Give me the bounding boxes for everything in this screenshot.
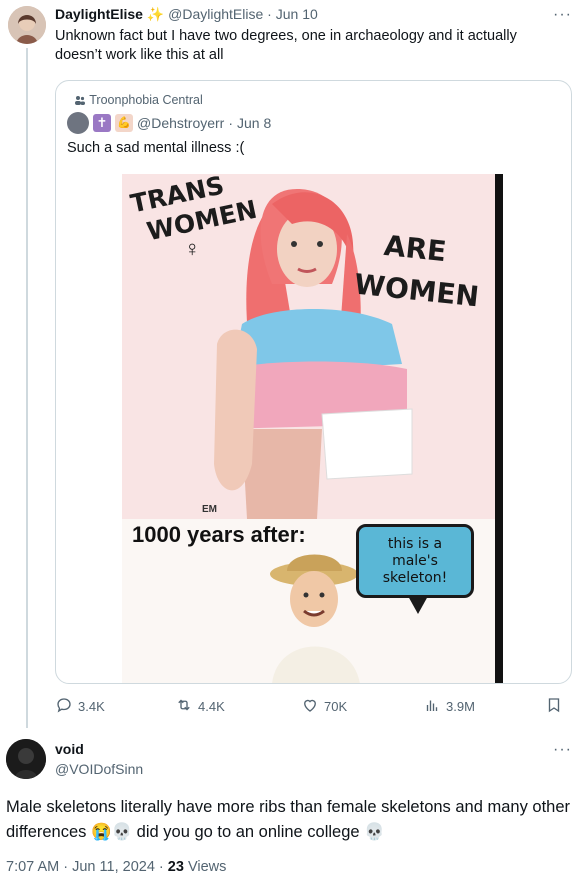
tweet2-display-name[interactable]: void <box>55 741 84 757</box>
venus-symbol-icon: ♀ <box>184 236 201 261</box>
tweet2-handle[interactable]: @VOIDofSinn <box>55 761 143 777</box>
tweet1-text: Unknown fact but I have two degrees, one… <box>55 28 517 63</box>
repost-button[interactable]: 4.4K <box>175 696 225 717</box>
meme-image[interactable]: TRANS WOMEN ♀ ARE WOMEN EM 1000 years af… <box>122 174 503 683</box>
tweet1-handle[interactable]: @DaylightElise <box>168 6 263 22</box>
tweet2-text: Male skeletons literally have more ribs … <box>6 798 571 841</box>
action-bar: 3.4K 4.4K 70K 3.9M <box>55 696 572 718</box>
tweet2-views-count: 23 <box>167 859 184 875</box>
like-count: 70K <box>324 699 348 714</box>
community-name: Troonphobia Central <box>89 93 203 107</box>
quoted-tweet[interactable]: Troonphobia Central ✝ 💪 @Dehstroyerr · J… <box>55 80 572 684</box>
meme-caption: 1000 years after: <box>132 522 306 547</box>
tweet2-date[interactable]: Jun 11, 2024 <box>72 859 155 875</box>
tweet1-more-icon[interactable]: ··· <box>553 7 572 23</box>
tweet1-date[interactable]: Jun 10 <box>276 6 318 22</box>
tweet1-avatar[interactable] <box>8 6 46 44</box>
quote-avatar[interactable] <box>67 112 89 134</box>
views-count: 3.9M <box>446 699 475 714</box>
speech-bubble-text: this is a male's skeleton! <box>382 536 448 586</box>
community-context[interactable]: Troonphobia Central <box>74 93 203 107</box>
speech-bubble-tail <box>408 596 428 614</box>
views-button[interactable]: 3.9M <box>423 696 475 717</box>
tweet2-time[interactable]: 7:07 AM <box>6 859 59 875</box>
cross-icon: ✝ <box>93 114 111 132</box>
sparkles-icon: ✨ <box>146 6 165 22</box>
bookmark-button[interactable] <box>545 696 563 717</box>
quote-handle[interactable]: @Dehstroyerr <box>137 115 224 131</box>
reply-icon <box>55 696 73 717</box>
tweet2-avatar[interactable] <box>6 739 46 779</box>
tweet1-display-name[interactable]: DaylightElise <box>55 6 143 22</box>
reply-button[interactable]: 3.4K <box>55 696 105 717</box>
repost-count: 4.4K <box>198 699 225 714</box>
quote-date[interactable]: Jun 8 <box>237 115 271 131</box>
tweet1-header: DaylightElise ✨ @DaylightElise · Jun 10 <box>55 6 318 22</box>
flexed-arm-icon: 💪 <box>115 114 133 132</box>
bookmark-icon <box>545 696 563 717</box>
repost-icon <box>175 696 193 717</box>
views-bar-chart-icon <box>423 696 441 717</box>
community-icon <box>74 93 89 107</box>
tweet2-more-icon[interactable]: ··· <box>553 742 572 758</box>
quote-header: ✝ 💪 @Dehstroyerr · Jun 8 <box>67 112 271 134</box>
tweet2-views-label: Views <box>187 859 227 875</box>
heart-icon <box>301 696 319 717</box>
speech-bubble: this is a male's skeleton! <box>356 524 474 598</box>
like-button[interactable]: 70K <box>301 696 347 717</box>
reply-count: 3.4K <box>78 699 105 714</box>
quote-text: Such a sad mental illness :( <box>67 140 245 156</box>
meme-word-are: ARE <box>382 228 448 269</box>
tweet2-meta: 7:07 AM · Jun 11, 2024 · 23 Views <box>6 859 227 875</box>
thread-line <box>26 48 28 728</box>
artist-signature: EM <box>202 504 217 515</box>
